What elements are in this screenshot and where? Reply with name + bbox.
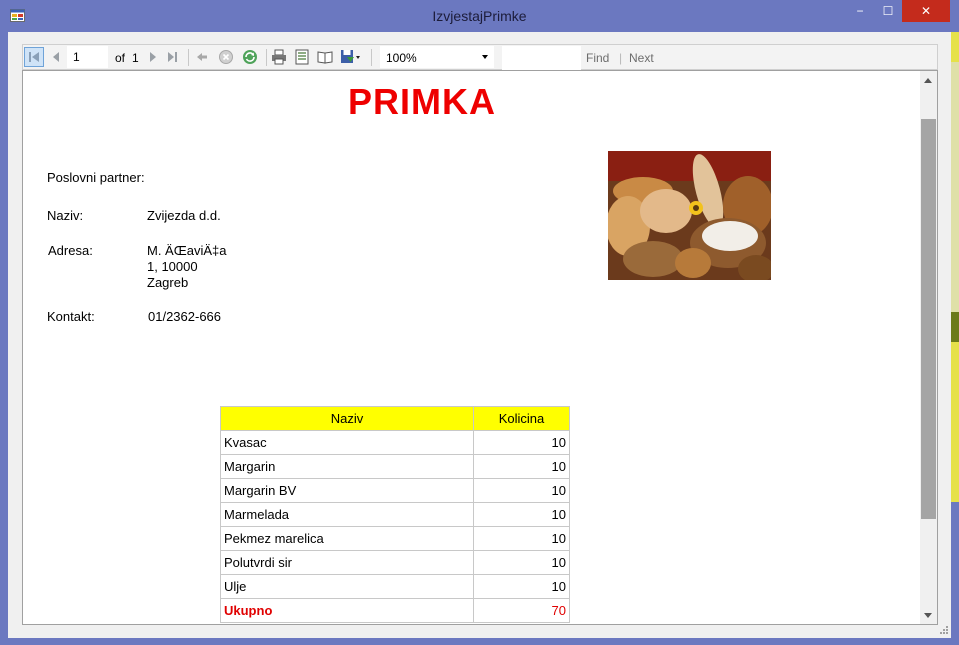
next-page-icon[interactable]: [144, 48, 162, 66]
first-page-icon[interactable]: [24, 47, 44, 67]
total-value: 70: [473, 598, 570, 623]
vertical-scrollbar[interactable]: [920, 71, 937, 624]
table-row: Margarin 10: [220, 454, 570, 479]
address-line-1: M. ÄŒaviÄ‡a: [147, 243, 227, 258]
item-name: Kvasac: [220, 430, 474, 455]
background-strip: [951, 32, 959, 62]
item-quantity: 10: [473, 454, 570, 479]
stop-icon[interactable]: [217, 48, 235, 66]
table-row: Ulje 10: [220, 574, 570, 599]
table-header-row: Naziv Kolicina: [220, 406, 570, 431]
maximize-button[interactable]: ☐: [874, 0, 902, 22]
contact-label: Kontakt:: [47, 309, 95, 324]
item-name: Margarin: [220, 454, 474, 479]
export-icon[interactable]: [339, 48, 363, 66]
item-quantity: 10: [473, 502, 570, 527]
column-header-name: Naziv: [220, 406, 474, 431]
item-quantity: 10: [473, 526, 570, 551]
partner-label: Poslovni partner:: [47, 170, 145, 185]
title-bar[interactable]: IzvjestajPrimke − ☐ ✕: [0, 0, 959, 33]
scroll-up-icon[interactable]: [924, 78, 932, 83]
toolbar-separator: [266, 49, 267, 66]
contact-value: 01/2362-666: [148, 309, 222, 324]
toolbar-separator: [371, 49, 372, 66]
address-line-2: 1, 10000: [147, 259, 198, 274]
total-label: Ukupno: [220, 598, 474, 623]
item-name: Ulje: [220, 574, 474, 599]
item-quantity: 10: [473, 550, 570, 575]
item-name: Polutvrdi sir: [220, 550, 474, 575]
app-window: IzvjestajPrimke − ☐ ✕ of 1: [0, 0, 959, 645]
current-page-input[interactable]: [67, 46, 108, 68]
next-link[interactable]: Next: [629, 51, 654, 65]
page-setup-icon[interactable]: [316, 48, 334, 66]
close-button[interactable]: ✕: [902, 0, 950, 22]
table-total-row: Ukupno 70: [220, 598, 570, 623]
name-label: Naziv:: [47, 208, 84, 223]
items-table: Naziv Kolicina Kvasac 10 Margarin 10 Mar…: [220, 406, 570, 623]
zoom-select[interactable]: 100%: [380, 46, 494, 68]
toolbar-separator: [188, 49, 189, 66]
background-strip: [951, 342, 959, 502]
item-name: Marmelada: [220, 502, 474, 527]
item-name: Pekmez marelica: [220, 526, 474, 551]
window-title: IzvjestajPrimke: [432, 8, 527, 24]
item-quantity: 10: [473, 430, 570, 455]
print-layout-icon[interactable]: [293, 48, 311, 66]
table-row: Marmelada 10: [220, 502, 570, 527]
partner-address: M. ÄŒaviÄ‡a 1, 10000 Zagreb: [147, 243, 226, 291]
back-icon[interactable]: [193, 48, 211, 66]
table-row: Polutvrdi sir 10: [220, 550, 570, 575]
refresh-icon[interactable]: [241, 48, 259, 66]
resize-grip-icon[interactable]: [937, 625, 949, 637]
find-input[interactable]: [502, 46, 581, 70]
item-name: Margarin BV: [220, 478, 474, 503]
background-strip: [951, 62, 959, 312]
table-row: Kvasac 10: [220, 430, 570, 455]
report-viewer[interactable]: PRIMKA Poslovni partner: Naziv: Zvijezda…: [22, 70, 938, 625]
client-area: of 1: [8, 32, 951, 638]
report-title: PRIMKA: [348, 81, 496, 122]
find-link[interactable]: Find: [586, 51, 609, 65]
address-label: Adresa:: [48, 243, 93, 258]
partner-name: Zvijezda d.d.: [147, 208, 221, 223]
bread-basket-image: [608, 151, 771, 280]
print-icon[interactable]: [270, 48, 288, 66]
last-page-icon[interactable]: [164, 48, 182, 66]
chevron-down-icon: [482, 55, 488, 59]
scrollbar-thumb[interactable]: [921, 119, 936, 519]
background-strip: [951, 312, 959, 342]
address-line-3: Zagreb: [147, 275, 189, 290]
previous-page-icon[interactable]: [47, 48, 65, 66]
item-quantity: 10: [473, 478, 570, 503]
column-header-quantity: Kolicina: [473, 406, 570, 431]
page-of-label: of: [115, 51, 126, 65]
report-toolbar: of 1: [22, 44, 938, 70]
scroll-down-icon[interactable]: [924, 613, 932, 618]
table-row: Margarin BV 10: [220, 478, 570, 503]
table-row: Pekmez marelica 10: [220, 526, 570, 551]
item-quantity: 10: [473, 574, 570, 599]
find-separator: |: [619, 51, 623, 65]
minimize-button[interactable]: −: [846, 0, 874, 22]
page-total: 1: [132, 51, 139, 65]
zoom-value: 100%: [386, 51, 417, 65]
